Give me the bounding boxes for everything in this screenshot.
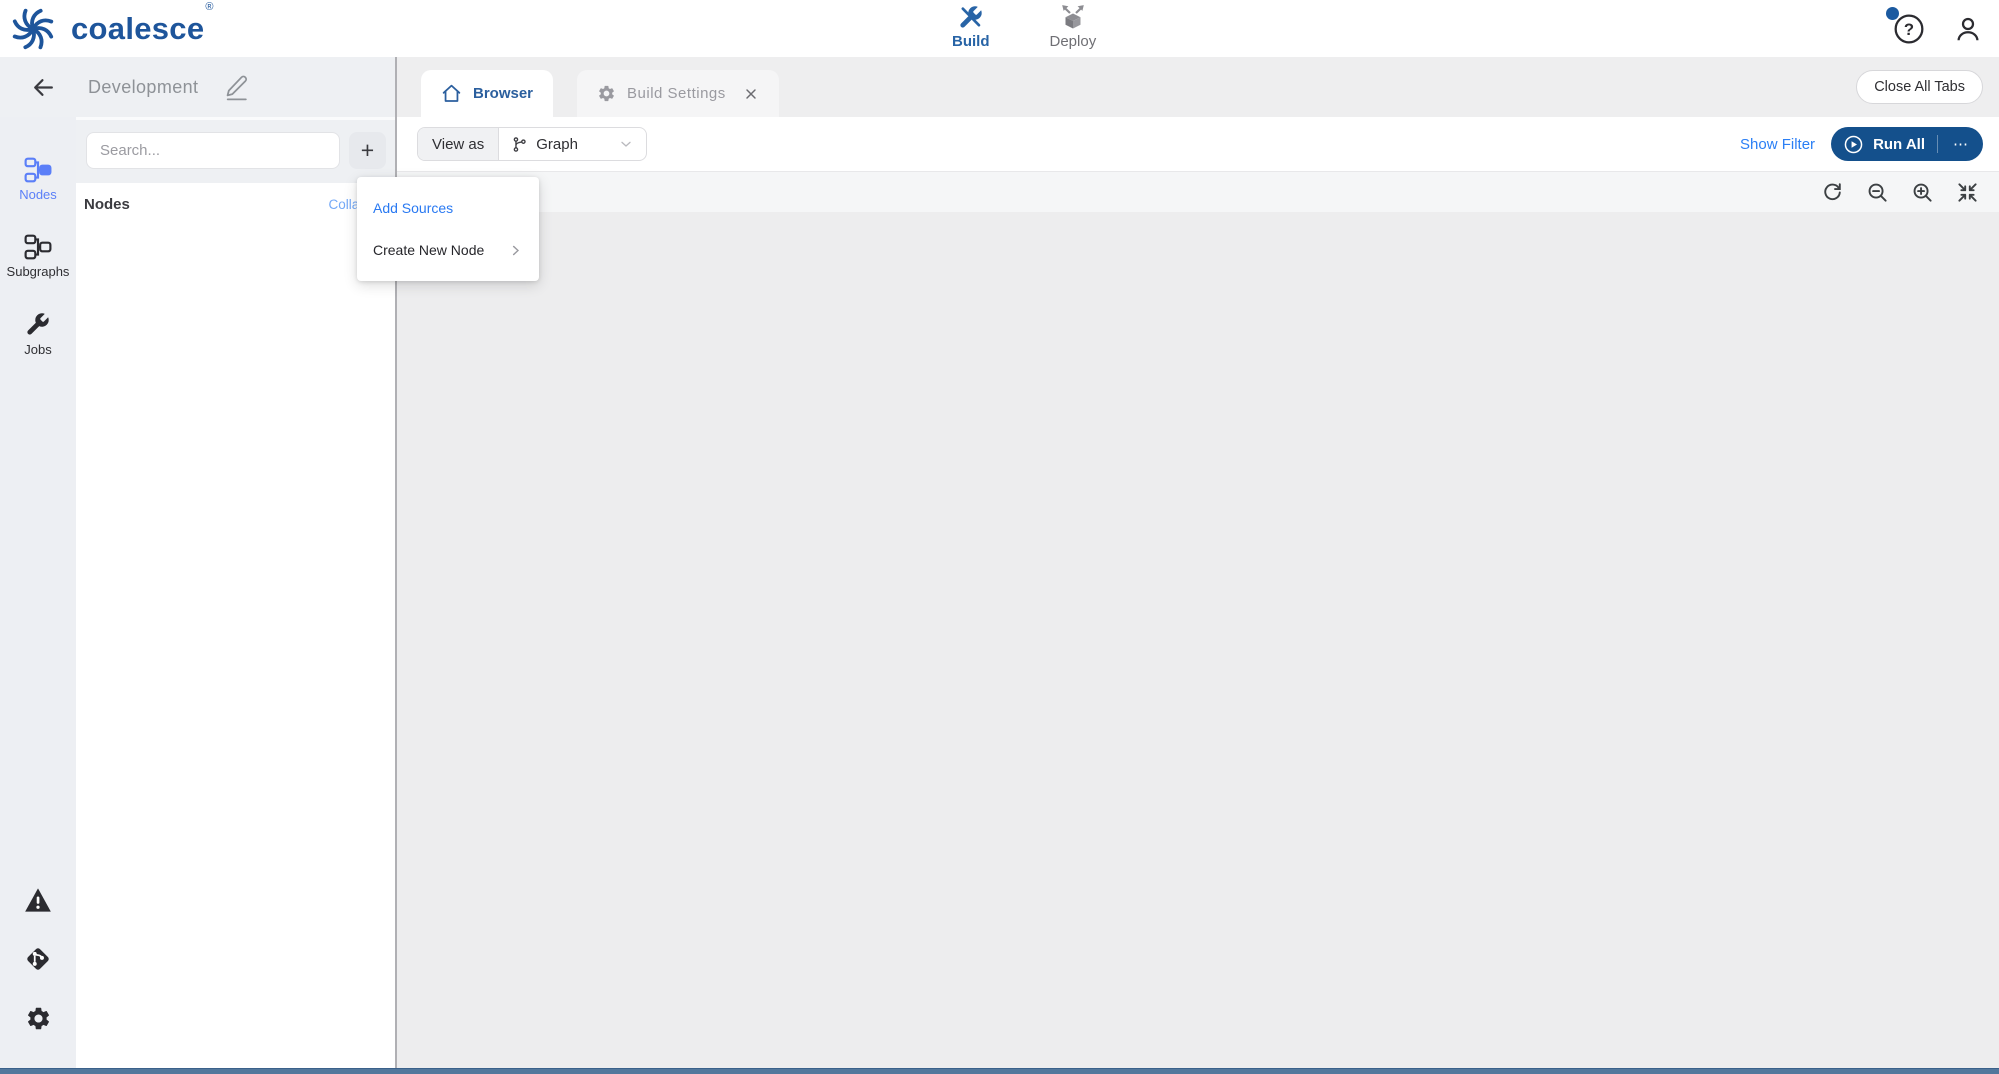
canvas-section: Browser Build Settings Close All Tabs	[397, 57, 1999, 1068]
rail-bottom-group	[24, 887, 52, 1032]
run-more-button[interactable]: ⋯	[1947, 135, 1975, 153]
add-node-button[interactable]: +	[349, 132, 386, 169]
gear-outline-icon	[597, 84, 616, 103]
menu-item-add-sources[interactable]: Add Sources	[357, 187, 539, 229]
nodes-icon	[24, 157, 52, 183]
workspace-title: Development	[88, 77, 198, 98]
play-circle-icon	[1843, 134, 1864, 155]
git-button[interactable]	[24, 945, 52, 973]
search-row: +	[76, 117, 395, 183]
add-context-menu: Add Sources Create New Node	[357, 177, 539, 281]
problems-button[interactable]	[24, 887, 52, 913]
jobs-wrench-icon	[24, 311, 51, 338]
brand-wordmark: coalesce	[71, 11, 204, 46]
refresh-icon[interactable]	[1820, 180, 1844, 204]
tab-build-settings-label: Build Settings	[627, 85, 726, 102]
close-all-tabs-button[interactable]: Close All Tabs	[1856, 70, 1983, 104]
submenu-chevron-icon	[508, 243, 523, 258]
rail-item-jobs[interactable]: Jobs	[24, 311, 51, 357]
view-as-control: View as Graph	[417, 127, 647, 161]
nodes-list-empty	[76, 226, 395, 1068]
nav-build[interactable]: Build	[952, 4, 990, 50]
notification-dot	[1886, 7, 1899, 20]
workspace-header: Development	[0, 57, 395, 117]
edit-pencil-icon[interactable]	[224, 74, 249, 101]
settings-button[interactable]	[25, 1005, 52, 1032]
rail-item-nodes[interactable]: Nodes	[19, 157, 57, 202]
status-bar	[0, 1068, 1999, 1074]
profile-button[interactable]	[1953, 14, 1983, 44]
home-icon	[441, 83, 462, 104]
fit-to-screen-icon[interactable]	[1955, 180, 1979, 204]
graph-canvas[interactable]	[397, 212, 1999, 1068]
sidebar-body: Nodes Subgraphs	[0, 117, 395, 1068]
git-icon	[24, 945, 52, 973]
search-input[interactable]	[86, 132, 340, 169]
node-list-panel: + Nodes Collapse	[76, 117, 395, 1068]
menu-item-create-new-node[interactable]: Create New Node	[357, 229, 539, 271]
close-tab-icon[interactable]	[743, 86, 759, 102]
canvas-controls	[397, 172, 1999, 212]
subgraphs-icon	[24, 234, 52, 260]
main-area: Development	[0, 57, 1999, 1068]
nodes-section-header: Nodes Collapse	[76, 183, 395, 226]
tab-strip: Browser Build Settings Close All Tabs	[397, 57, 1999, 117]
chevron-down-icon	[618, 136, 634, 152]
brand-logo: coalesce®	[0, 6, 213, 52]
svg-text:?: ?	[1904, 19, 1914, 38]
tab-build-settings[interactable]: Build Settings	[577, 70, 779, 117]
tab-browser[interactable]: Browser	[421, 70, 553, 117]
deploy-package-icon	[1059, 4, 1087, 31]
registered-mark: ®	[205, 1, 213, 13]
icon-rail: Nodes Subgraphs	[0, 117, 76, 1068]
run-all-label: Run All	[1873, 136, 1925, 153]
top-header: coalesce® Build	[0, 0, 1999, 57]
view-mode-dropdown[interactable]: Graph	[499, 128, 646, 160]
gear-icon	[25, 1005, 52, 1032]
header-right: ?	[1893, 0, 1983, 57]
graph-branch-icon	[511, 136, 528, 153]
add-sources-label: Add Sources	[373, 200, 453, 216]
left-sidebar: Development	[0, 57, 397, 1068]
build-tools-icon	[957, 4, 984, 31]
rail-jobs-label: Jobs	[24, 342, 51, 357]
view-as-label: View as	[418, 128, 499, 160]
warning-triangle-icon	[24, 887, 52, 913]
rail-item-subgraphs[interactable]: Subgraphs	[7, 234, 70, 279]
nav-deploy[interactable]: Deploy	[1050, 4, 1097, 50]
nav-build-label: Build	[952, 33, 990, 50]
nodes-section-title: Nodes	[84, 196, 130, 213]
zoom-in-icon[interactable]	[1910, 180, 1934, 204]
rail-top-group: Nodes Subgraphs	[7, 157, 70, 357]
view-mode-value: Graph	[536, 136, 610, 153]
header-nav: Build Deploy	[952, 4, 1096, 50]
rail-nodes-label: Nodes	[19, 187, 57, 202]
back-arrow-button[interactable]	[30, 74, 56, 100]
run-all-button[interactable]: Run All ⋯	[1831, 127, 1983, 161]
show-filter-link[interactable]: Show Filter	[1740, 136, 1815, 153]
help-button[interactable]: ?	[1893, 13, 1925, 45]
coalesce-swirl-icon	[10, 6, 56, 52]
tab-browser-label: Browser	[473, 85, 533, 102]
nav-deploy-label: Deploy	[1050, 33, 1097, 50]
run-button-divider	[1937, 135, 1938, 153]
rail-subgraphs-label: Subgraphs	[7, 264, 70, 279]
canvas-toolbar: View as Graph	[397, 117, 1999, 172]
zoom-out-icon[interactable]	[1865, 180, 1889, 204]
create-new-node-label: Create New Node	[373, 242, 484, 258]
